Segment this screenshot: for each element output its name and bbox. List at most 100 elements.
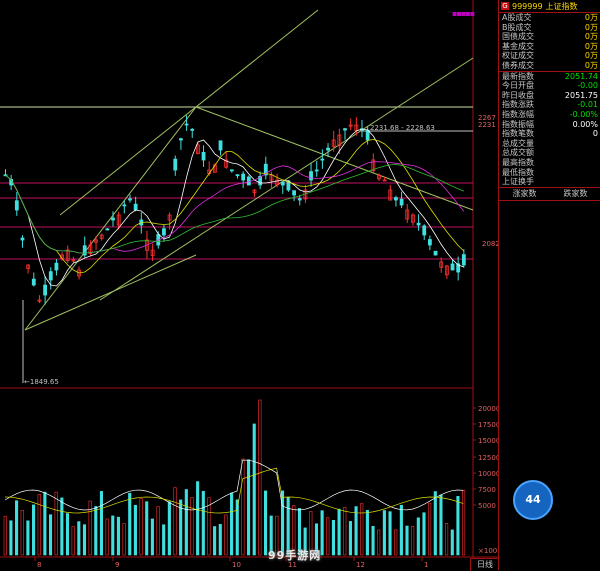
volume-bar	[354, 506, 358, 556]
high-label: 2231.68 - 2228.63	[370, 124, 435, 132]
volume-bar	[82, 524, 87, 556]
volume-bar	[162, 524, 166, 556]
volume-label: 基金成交	[502, 41, 534, 51]
volume-bar	[428, 502, 432, 556]
volume-bar	[37, 494, 41, 556]
volume-bar	[139, 498, 143, 556]
index-rows: 最新指数 2051.74 今日开盘 -0.00 昨日收盘 2051.75 指数涨跌 -0.01…	[499, 72, 600, 187]
tab-advancers[interactable]: 涨家数	[499, 188, 550, 200]
candle-body	[314, 169, 319, 172]
breadth-tabs: 涨家数 跌家数	[499, 186, 600, 201]
candle-body	[433, 250, 438, 256]
volume-bar	[439, 494, 443, 556]
candle-body	[54, 262, 59, 271]
candle-body	[309, 171, 313, 181]
badge-icon: G	[501, 2, 509, 10]
candle-body	[235, 174, 240, 177]
volume-label: 债券成交	[502, 60, 534, 70]
candle-body	[280, 181, 285, 186]
volume-bar	[365, 510, 369, 556]
period-tab[interactable]: 日线	[470, 558, 499, 571]
volume-bar	[54, 491, 58, 556]
volume-bar	[99, 491, 103, 556]
volume-label: 国债成交	[502, 32, 534, 42]
volume-bar	[394, 529, 398, 556]
index-label: 指数涨跌	[502, 100, 534, 110]
candle-body	[162, 228, 166, 236]
index-row: 指数涨跌 -0.01	[499, 100, 600, 110]
candle-body	[184, 123, 189, 126]
speed-ball-icon[interactable]: 44	[513, 480, 553, 520]
trend-line	[99, 57, 474, 301]
stock-name: 上证指数	[545, 1, 578, 11]
volume-bar	[405, 525, 409, 556]
kline-chart-area[interactable]: ←1849.65 2231.68 - 2228.63 2267 2231 2082 200…	[0, 0, 498, 570]
candle-body	[229, 169, 234, 172]
volume-bar	[43, 491, 47, 556]
volume-row: B股成交 0万	[499, 23, 600, 33]
volume-label: A股成交	[502, 13, 532, 22]
panel-header[interactable]: G 999999 上证指数	[499, 0, 600, 13]
volume-bar	[128, 492, 132, 556]
ma10-line	[5, 139, 465, 274]
candle-body	[82, 245, 87, 256]
index-label: 昨日收盘	[502, 90, 534, 100]
volume-bar	[156, 506, 160, 556]
volume-tick: 12500	[478, 454, 498, 462]
candle-body	[416, 222, 421, 226]
index-value: -0.00	[577, 81, 598, 91]
volume-bar	[201, 490, 205, 556]
index-label: 指数振幅	[502, 119, 534, 129]
index-label: 最低指数	[502, 167, 534, 177]
vol-ma-line	[4, 467, 464, 514]
stock-code: 999999	[512, 1, 543, 11]
candle-body	[394, 197, 398, 201]
volume-bar	[218, 524, 222, 556]
volume-bar	[105, 518, 109, 556]
candle-body	[20, 237, 25, 241]
volume-row: 国债成交 0万	[499, 32, 600, 42]
volume-bar	[173, 487, 177, 556]
candle-body	[422, 225, 427, 236]
volume-bar	[9, 520, 13, 556]
index-label: 最新指数	[502, 71, 534, 81]
volume-bar	[371, 525, 375, 556]
candle-body	[427, 239, 432, 246]
volume-bar	[337, 508, 341, 556]
x-tick: 1	[424, 561, 428, 569]
index-value: 2051.74	[564, 71, 598, 81]
volume-bar	[263, 490, 268, 556]
volume-tick: 10000	[478, 470, 498, 478]
volume-bar	[445, 523, 449, 556]
candle-body	[326, 147, 330, 151]
index-row: 最低指数	[499, 168, 600, 178]
kline-chart[interactable]: ←1849.652231.68 - 2228.63226722312082200…	[0, 0, 498, 570]
volume-bar	[31, 504, 36, 556]
index-label: 总成交量	[502, 138, 534, 148]
volume-tick: 17500	[478, 421, 498, 429]
x-tick: 8	[37, 561, 41, 569]
x-tick: 10	[232, 561, 241, 569]
index-value: 0.00%	[572, 119, 598, 129]
index-row: 指数振幅 0.00%	[499, 120, 600, 130]
volume-bar	[241, 458, 245, 556]
volume-bar	[184, 489, 188, 556]
volume-value: 0万	[584, 60, 598, 70]
volume-bar	[20, 510, 24, 556]
x-tick: 9	[115, 561, 119, 569]
trend-line	[24, 106, 197, 331]
volume-bar	[258, 399, 262, 556]
candle-body	[241, 173, 246, 181]
tab-decliners[interactable]: 跌家数	[550, 188, 600, 200]
candle-body	[31, 278, 36, 286]
volume-bar	[230, 492, 234, 556]
candle-body	[48, 271, 53, 281]
index-value: -0.01	[577, 100, 598, 110]
candle-body	[179, 138, 183, 141]
volume-bar	[190, 497, 194, 556]
volume-value: 0万	[584, 51, 598, 61]
candle-body	[246, 176, 251, 186]
volume-bar	[26, 520, 30, 556]
volume-row: 基金成交 0万	[499, 42, 600, 52]
volume-label: B股成交	[502, 22, 532, 32]
